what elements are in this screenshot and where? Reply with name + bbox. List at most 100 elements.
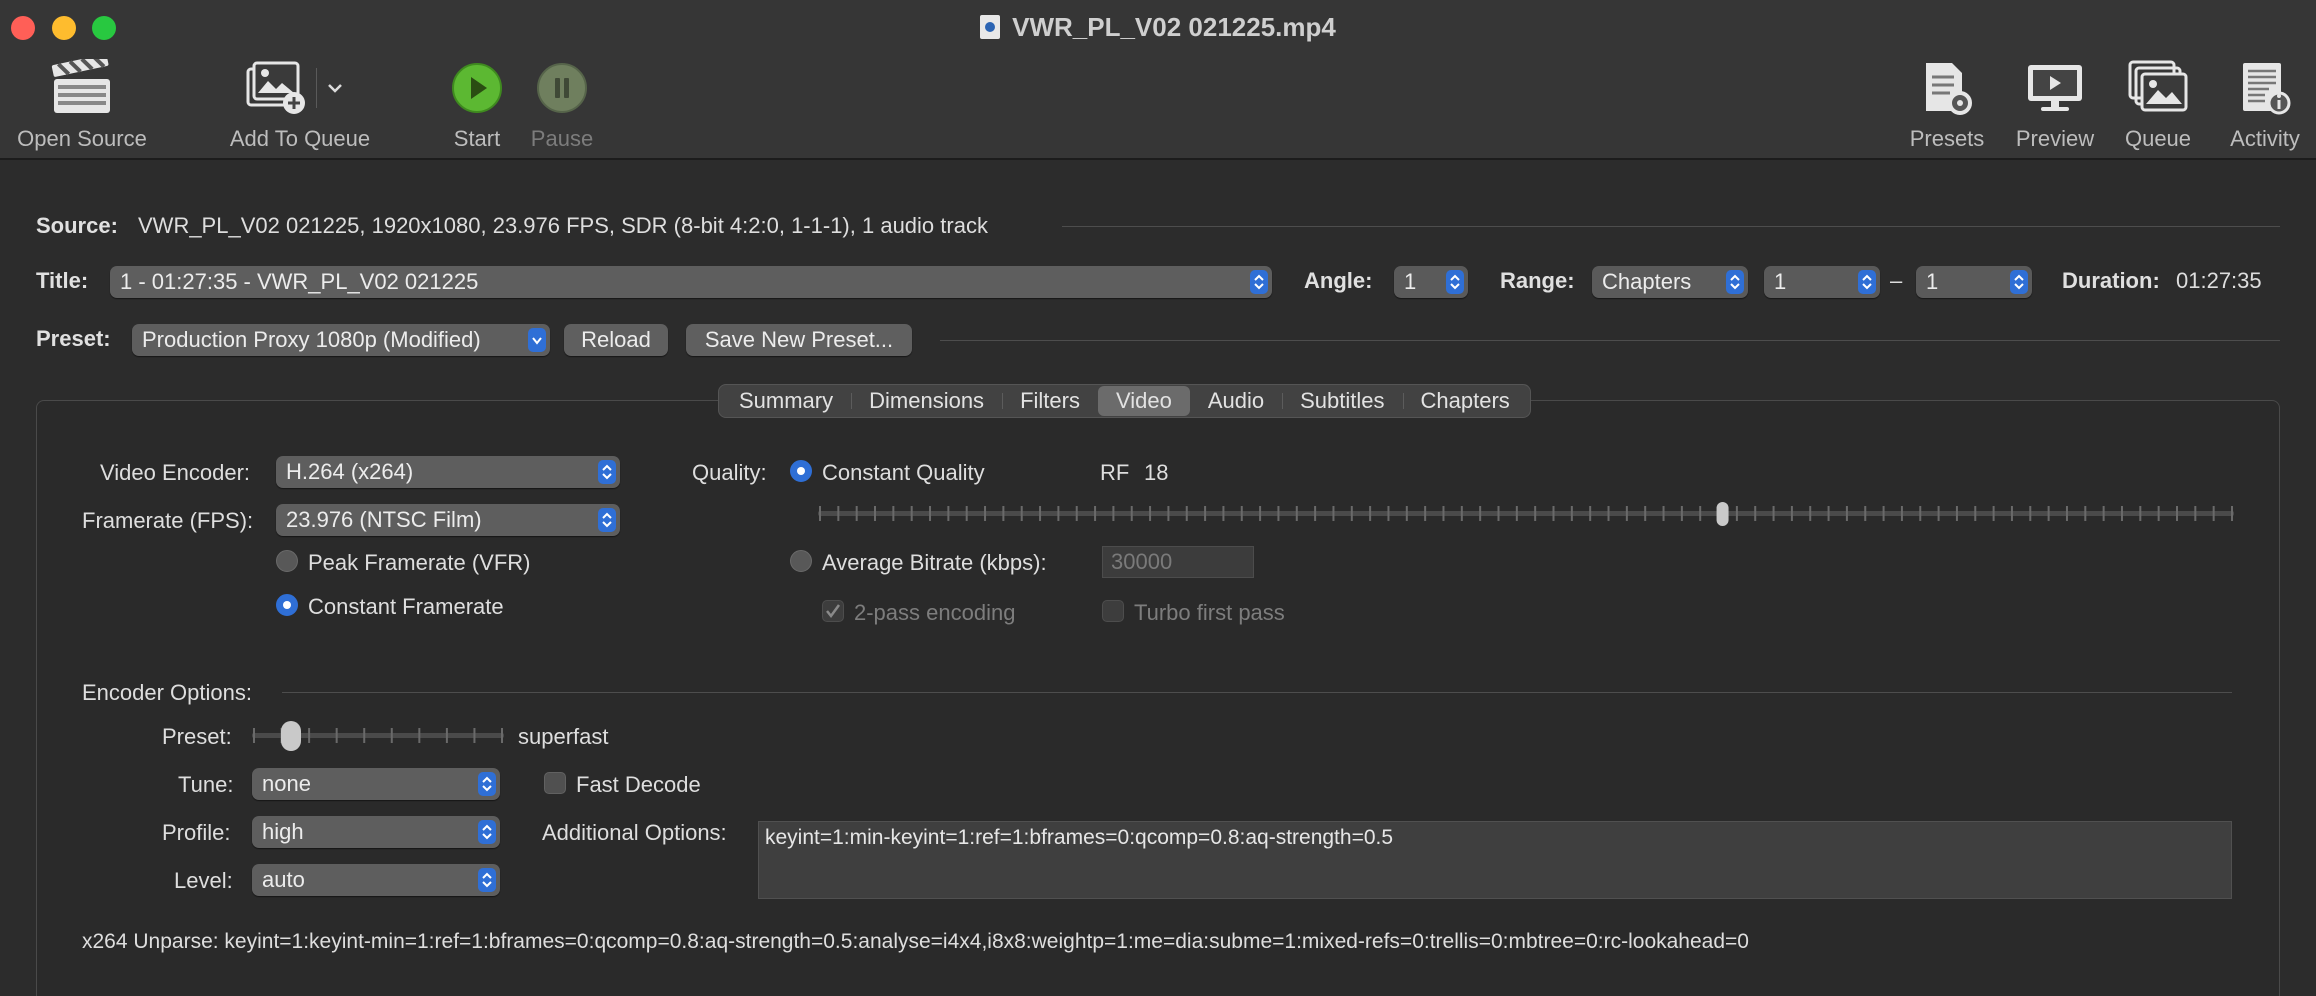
slider-track [818, 511, 2234, 516]
chevron-updown-icon [1250, 270, 1268, 294]
angle-label: Angle: [1304, 268, 1373, 293]
preset-select[interactable]: Production Proxy 1080p (Modified) [132, 324, 550, 356]
range-end-value: 1 [1926, 269, 1939, 294]
title-label: Title: [36, 268, 89, 293]
preset-select-value: Production Proxy 1080p (Modified) [142, 327, 481, 352]
activity-button[interactable]: Activity [2218, 56, 2312, 152]
quality-slider[interactable] [818, 496, 2234, 532]
tune-label: Tune: [178, 772, 234, 797]
tab-dimensions[interactable]: Dimensions [851, 386, 1002, 416]
start-button[interactable]: Start [442, 56, 512, 152]
preview-button[interactable]: Preview [2012, 56, 2098, 152]
fast-decode-label: Fast Decode [576, 772, 701, 797]
chevron-down-icon[interactable] [327, 82, 343, 94]
pause-button[interactable]: Pause [526, 56, 598, 152]
level-select[interactable]: auto [252, 864, 500, 896]
queue-button[interactable]: Queue [2118, 56, 2198, 152]
framerate-value: 23.976 (NTSC Film) [286, 507, 482, 532]
bitrate-input[interactable]: 30000 [1102, 546, 1254, 578]
queue-label: Queue [2124, 126, 2192, 151]
activity-label: Activity [2230, 126, 2300, 151]
rf-value: 18 [1144, 460, 1169, 485]
video-encoder-value: H.264 (x264) [286, 459, 414, 484]
encoder-options-title: Encoder Options: [82, 680, 252, 705]
tab-subtitles[interactable]: Subtitles [1282, 386, 1402, 416]
two-pass-label: 2-pass encoding [854, 600, 1016, 625]
constant-framerate-radio[interactable] [276, 594, 298, 616]
encoder-preset-slider[interactable] [252, 718, 504, 754]
average-bitrate-radio[interactable] [790, 550, 812, 572]
chevron-updown-icon [1726, 270, 1744, 294]
queue-photos-icon [2118, 56, 2198, 120]
range-end-select[interactable]: 1 [1916, 266, 2032, 298]
duration-label: Duration: [2062, 268, 2160, 293]
tab-panel [36, 400, 2280, 996]
rf-label: RF [1100, 460, 1130, 485]
additional-options-label: Additional Options: [542, 820, 727, 845]
encoder-preset-value: superfast [518, 724, 609, 749]
checkmark-icon [826, 604, 841, 619]
range-type-value: Chapters [1602, 269, 1692, 294]
reload-button[interactable]: Reload [564, 324, 668, 356]
range-start-select[interactable]: 1 [1764, 266, 1880, 298]
level-label: Level: [174, 868, 233, 893]
add-to-queue-label: Add To Queue [229, 126, 371, 151]
additional-options-textarea[interactable]: keyint=1:min-keyint=1:ref=1:bframes=0:qc… [758, 821, 2232, 899]
duration-value: 01:27:35 [2176, 268, 2262, 293]
constant-quality-radio[interactable] [790, 460, 812, 482]
document-icon [980, 15, 1001, 39]
preset-label: Preset: [36, 326, 111, 351]
tab-video[interactable]: Video [1097, 386, 1190, 416]
turbo-first-pass-checkbox[interactable] [1102, 600, 1124, 622]
add-to-queue-button[interactable]: Add To Queue [222, 56, 378, 152]
constant-framerate-label: Constant Framerate [308, 594, 504, 619]
preview-label: Preview [2015, 126, 2095, 151]
presets-label: Presets [1909, 126, 1985, 151]
title-select[interactable]: 1 - 01:27:35 - VWR_PL_V02 021225 [110, 266, 1272, 298]
chevron-updown-icon [2010, 270, 2028, 294]
pause-label: Pause [530, 126, 594, 151]
chevron-updown-icon [478, 868, 496, 892]
divider [940, 340, 2280, 341]
presets-button[interactable]: Presets [1902, 56, 1992, 152]
peak-framerate-radio[interactable] [276, 550, 298, 572]
tune-select[interactable]: none [252, 768, 500, 800]
chevron-down-icon [528, 328, 546, 352]
activity-log-icon [2218, 56, 2312, 120]
tune-value: none [262, 771, 311, 796]
angle-select-value: 1 [1404, 269, 1417, 294]
start-label: Start [453, 126, 501, 151]
encoder-preset-label: Preset: [162, 724, 232, 749]
divider [1062, 226, 2280, 227]
chevron-updown-icon [1446, 270, 1464, 294]
tab-summary[interactable]: Summary [721, 386, 851, 416]
tab-bar: Summary Dimensions Filters Video Audio S… [718, 384, 1531, 418]
clapperboard-icon [14, 56, 150, 120]
profile-select[interactable]: high [252, 816, 500, 848]
angle-select[interactable]: 1 [1394, 266, 1468, 298]
profile-label: Profile: [162, 820, 231, 845]
slider-knob [281, 721, 301, 751]
fast-decode-checkbox[interactable] [544, 772, 566, 794]
two-pass-checkbox[interactable] [822, 600, 844, 622]
framerate-select[interactable]: 23.976 (NTSC Film) [276, 504, 620, 536]
source-info: VWR_PL_V02 021225, 1920x1080, 23.976 FPS… [138, 213, 988, 238]
tab-chapters[interactable]: Chapters [1402, 386, 1528, 416]
tab-audio[interactable]: Audio [1190, 386, 1282, 416]
turbo-first-pass-label: Turbo first pass [1134, 600, 1285, 625]
save-new-preset-button[interactable]: Save New Preset... [686, 324, 912, 356]
chevron-updown-icon [1858, 270, 1876, 294]
play-icon [442, 56, 512, 120]
chevron-updown-icon [598, 460, 616, 484]
x264-unparse-text: x264 Unparse: keyint=1:keyint-min=1:ref=… [82, 930, 1749, 953]
video-encoder-select[interactable]: H.264 (x264) [276, 456, 620, 488]
open-source-button[interactable]: Open Source [14, 56, 150, 152]
open-source-label: Open Source [17, 126, 147, 151]
constant-quality-label: Constant Quality [822, 460, 985, 485]
peak-framerate-label: Peak Framerate (VFR) [308, 550, 531, 575]
tab-filters[interactable]: Filters [1002, 386, 1098, 416]
quality-label: Quality: [692, 460, 767, 485]
presets-gear-icon [1902, 56, 1992, 120]
range-type-select[interactable]: Chapters [1592, 266, 1748, 298]
source-label: Source: [36, 213, 118, 238]
